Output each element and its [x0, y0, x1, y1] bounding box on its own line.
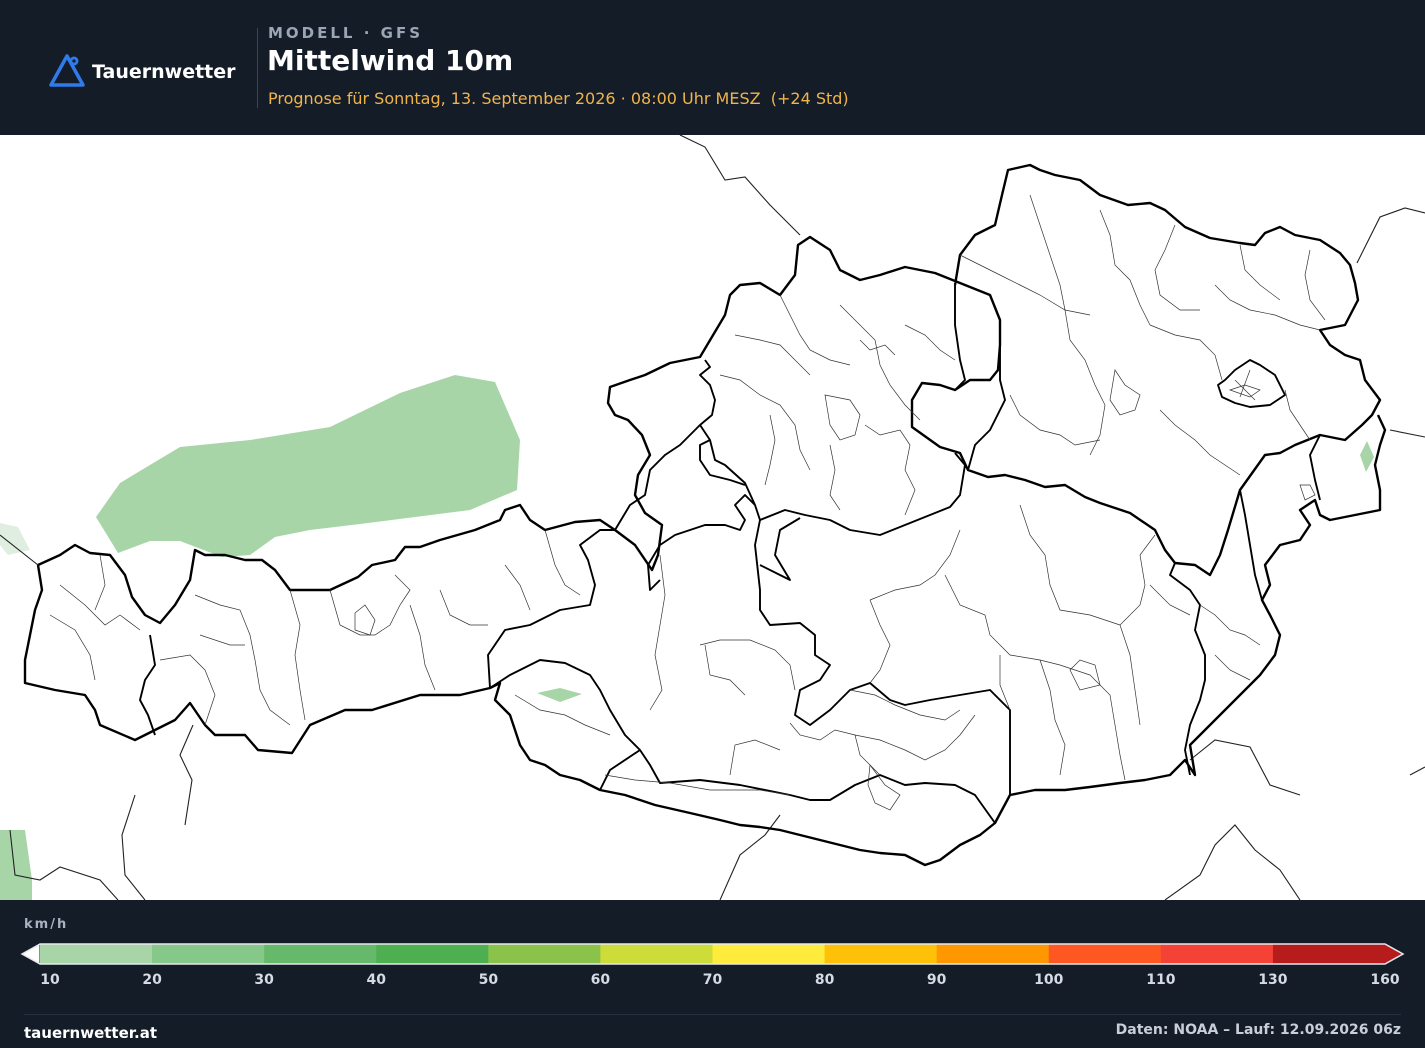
- colorbar-tick-label: 50: [478, 972, 499, 988]
- colorbar-under-arrow: [20, 943, 41, 965]
- colorbar-tick-label: 110: [1146, 972, 1176, 988]
- map-canvas: [0, 135, 1425, 900]
- wind-area-north: [96, 375, 520, 557]
- colorbar-tick-label: 100: [1034, 972, 1064, 988]
- site-link[interactable]: tauernwetter.at: [24, 1024, 157, 1042]
- colorbar-segment: [264, 944, 377, 964]
- colorbar-segment: [376, 944, 489, 964]
- colorbar-segment: [936, 944, 1050, 964]
- header-bar: Tauernwetter MODELL · GFS Mittelwind 10m…: [0, 0, 1425, 135]
- wind-area-carinthia: [537, 688, 582, 702]
- colorbar-tick-label: 90: [926, 972, 947, 988]
- state-borders: [139, 285, 1321, 824]
- colorbar-segment: [712, 944, 826, 964]
- brand-name: Tauernwetter: [92, 61, 236, 83]
- wind-area-burgenland: [1360, 441, 1374, 472]
- colorbar-tick-label: 160: [1370, 972, 1400, 988]
- legend-unit: km/h: [24, 917, 69, 932]
- colorbar-tick-label: 70: [702, 972, 723, 988]
- triangle-pin-icon: [48, 52, 86, 92]
- colorbar-tick-label: 40: [366, 972, 386, 988]
- colorbar-segment: [1272, 944, 1386, 964]
- colorbar-over-arrow: [1385, 944, 1403, 964]
- footer-divider: [24, 1014, 1401, 1015]
- colorbar-segment: [152, 944, 265, 964]
- colorbar: [20, 943, 1405, 965]
- colorbar-segment: [1160, 944, 1274, 964]
- forecast-time: Prognose für Sonntag, 13. September 2026…: [268, 89, 849, 108]
- colorbar-segment: [824, 944, 938, 964]
- colorbar-tick-label: 130: [1258, 972, 1288, 988]
- colorbar-tick-label: 30: [254, 972, 274, 988]
- colorbar-ticks: 10 20 30 40 50 60 70 80 90 100 110 130 160: [0, 972, 1425, 992]
- colorbar-segment: [1048, 944, 1162, 964]
- colorbar-segment: [40, 944, 153, 964]
- colorbar-segment: [600, 944, 713, 964]
- page-title: Mittelwind 10m: [267, 44, 514, 77]
- wind-area-southwest: [0, 830, 32, 900]
- brand-logo[interactable]: Tauernwetter: [48, 52, 236, 92]
- colorbar-tick-label: 60: [590, 972, 611, 988]
- colorbar-tick-label: 10: [40, 972, 60, 988]
- legend-footer: km/h 10 20 30 40 50 60 70 80 90 100 110 130 160 taue…: [0, 900, 1425, 1048]
- colorbar-segment: [488, 944, 601, 964]
- header-divider: [257, 28, 258, 108]
- model-label: MODELL · GFS: [268, 24, 423, 42]
- data-source: Daten: NOAA – Lauf: 12.09.2026 06z: [1115, 1022, 1401, 1038]
- wind-map[interactable]: [0, 135, 1425, 900]
- colorbar-tick-label: 20: [142, 972, 162, 988]
- colorbar-tick-label: 80: [814, 972, 835, 988]
